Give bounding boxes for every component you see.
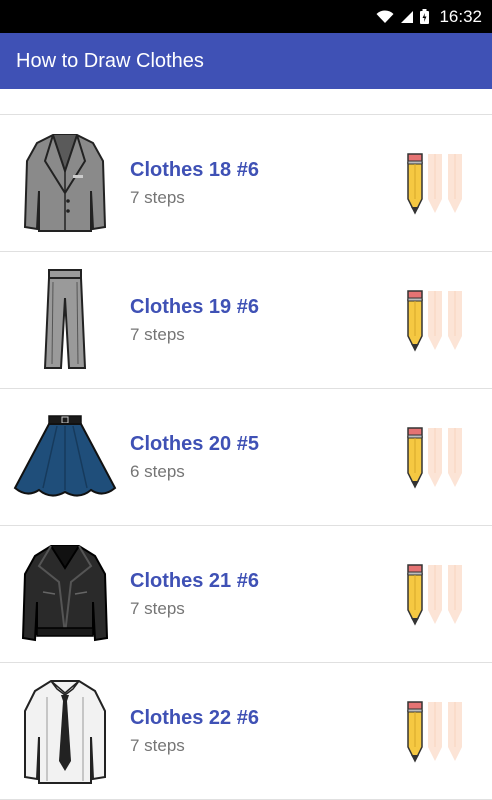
item-steps: 6 steps — [130, 461, 185, 481]
pencil-active-icon — [407, 290, 423, 352]
item-title: Clothes 19 #6 — [130, 295, 259, 318]
pencil-active-icon — [407, 153, 423, 215]
tutorial-list[interactable]: Clothes 18 #6 7 steps Clothes 19 #6 7 st… — [0, 89, 492, 800]
item-steps: 7 steps — [130, 187, 185, 207]
list-item[interactable]: Clothes 20 #5 6 steps — [0, 389, 492, 526]
app-bar: How to Draw Clothes — [0, 33, 492, 89]
status-time: 16:32 — [439, 6, 482, 26]
pencil-active-icon — [407, 564, 423, 626]
skirt-icon — [0, 389, 130, 526]
difficulty-rating — [406, 252, 476, 389]
pencil-inactive-icon — [428, 154, 442, 213]
pencil-inactive-icon — [428, 565, 442, 624]
difficulty-rating — [406, 663, 476, 800]
list-item-texts: Clothes 20 #5 6 steps — [130, 433, 406, 482]
wifi-icon — [376, 9, 394, 24]
pencil-inactive-icon — [448, 565, 462, 624]
signal-icon — [400, 10, 414, 24]
difficulty-rating — [406, 389, 476, 526]
pencil-inactive-icon — [448, 154, 462, 213]
item-title: Clothes 21 #6 — [130, 569, 259, 592]
pencil-inactive-icon — [448, 702, 462, 761]
item-steps: 7 steps — [130, 598, 185, 618]
pencil-active-icon — [407, 427, 423, 489]
list-item[interactable]: Clothes 19 #6 7 steps — [0, 252, 492, 389]
item-title: Clothes 22 #6 — [130, 706, 259, 729]
pencil-inactive-icon — [448, 428, 462, 487]
difficulty-rating — [406, 115, 476, 252]
list-item-texts: Clothes 21 #6 7 steps — [130, 570, 406, 619]
pencil-inactive-icon — [428, 428, 442, 487]
list-item-texts: Clothes 18 #6 7 steps — [130, 159, 406, 208]
pencil-active-icon — [407, 701, 423, 763]
list-top-spacer — [0, 89, 492, 115]
leather-jacket-icon — [0, 526, 130, 663]
app-title: How to Draw Clothes — [16, 49, 204, 72]
status-bar: 16:32 — [0, 0, 492, 33]
item-title: Clothes 18 #6 — [130, 158, 259, 181]
list-item[interactable]: Clothes 22 #6 7 steps — [0, 663, 492, 800]
item-title: Clothes 20 #5 — [130, 432, 259, 455]
list-item-texts: Clothes 22 #6 7 steps — [130, 707, 406, 756]
list-item-texts: Clothes 19 #6 7 steps — [130, 296, 406, 345]
pencil-inactive-icon — [448, 291, 462, 350]
item-steps: 7 steps — [130, 324, 185, 344]
list-item[interactable]: Clothes 21 #6 7 steps — [0, 526, 492, 663]
trousers-icon — [0, 252, 130, 389]
item-steps: 7 steps — [130, 735, 185, 755]
shirt-and-tie-icon — [0, 663, 130, 800]
pencil-inactive-icon — [428, 291, 442, 350]
battery-icon — [420, 9, 430, 24]
suit-jacket-icon — [0, 115, 130, 252]
list-item[interactable]: Clothes 18 #6 7 steps — [0, 115, 492, 252]
difficulty-rating — [406, 526, 476, 663]
pencil-inactive-icon — [428, 702, 442, 761]
